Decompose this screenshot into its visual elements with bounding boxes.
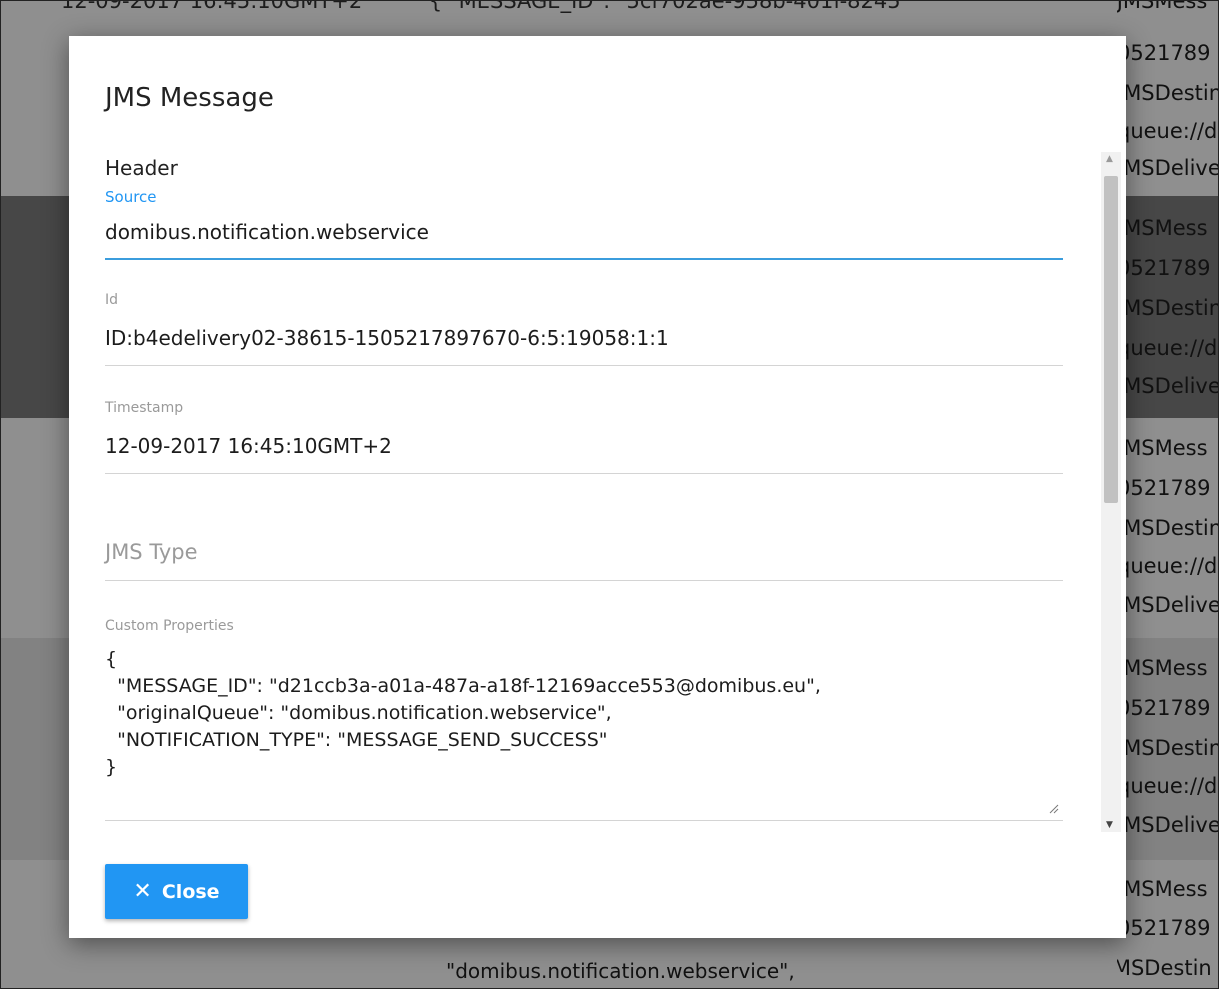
custom-properties-textarea[interactable]: { "MESSAGE_ID": "d21ccb3a-a01a-487a-a18f…: [105, 646, 1063, 820]
bg-cell: JMSMess: [1117, 877, 1208, 901]
bg-cell: JMSDeliver: [1117, 374, 1219, 398]
bg-cell: 0521789: [1117, 41, 1211, 65]
source-label: Source: [105, 188, 157, 206]
bg-cell: queue://dc: [1117, 119, 1219, 143]
custom-properties-value[interactable]: { "MESSAGE_ID": "d21ccb3a-a01a-487a-a18f…: [105, 646, 1063, 781]
bg-cell: queue://dc: [1117, 774, 1219, 798]
bg-cell: JMSDeliver: [1117, 813, 1219, 837]
source-value[interactable]: domibus.notification.webservice: [105, 220, 429, 244]
bg-cell: JMSDestin: [1117, 81, 1219, 105]
bg-cell: { "JMSMess: [1117, 1, 1208, 13]
dialog-scrollbar[interactable]: ▲ ▼: [1101, 152, 1121, 832]
background-top-row: 12-09-2017 16:45:10GMT+2 { "MESSAGE_ID":…: [61, 0, 961, 13]
timestamp-field[interactable]: Timestamp 12-09-2017 16:45:10GMT+2: [105, 400, 1063, 474]
scroll-up-arrow-icon[interactable]: ▲: [1106, 154, 1113, 164]
bg-cell: queue://dc: [1117, 336, 1219, 360]
jms-message-dialog: JMS Message Header Source domibus.notifi…: [69, 36, 1126, 938]
bg-cell: 0521789: [1117, 256, 1211, 280]
bg-cell: JMSMess: [1117, 656, 1208, 680]
bg-cell: JMSDestin: [1117, 516, 1219, 540]
close-button-label: Close: [161, 880, 220, 903]
bg-cell: { "MESSAGE_ID": "5cf702ae-958b-401f-8245: [428, 0, 901, 13]
timestamp-value[interactable]: 12-09-2017 16:45:10GMT+2: [105, 434, 392, 458]
bg-cell: 0521789: [1117, 476, 1211, 500]
background-right-column: { "JMSMess 0521789 JMSDestin queue://dc …: [1117, 1, 1219, 988]
bg-cell: JMSDestin: [1117, 296, 1219, 320]
bg-cell: 0521789: [1117, 696, 1211, 720]
custom-properties-label: Custom Properties: [105, 618, 234, 634]
bg-cell: JMSDeliver: [1117, 593, 1219, 617]
bg-cell: JMSMess: [1117, 436, 1208, 460]
bg-cell: JMSDestin: [1117, 736, 1219, 760]
scrollbar-thumb[interactable]: [1104, 176, 1118, 503]
dialog-title: JMS Message: [105, 83, 274, 113]
timestamp-label: Timestamp: [105, 400, 184, 416]
bg-cell: "JMSDestin: [1117, 956, 1212, 980]
close-icon: ✕: [133, 879, 152, 904]
bg-cell: 0521789: [1117, 916, 1211, 940]
bg-cell: queue://dc: [1117, 554, 1219, 578]
header-section-label: Header: [105, 156, 178, 180]
bg-cell: JMSDeliver: [1117, 156, 1219, 180]
id-field[interactable]: Id ID:b4edelivery02-38615-1505217897670-…: [105, 292, 1063, 366]
source-field[interactable]: Source domibus.notification.webservice: [105, 184, 1063, 260]
resize-handle-icon[interactable]: [1049, 804, 1059, 814]
bg-cell: 12-09-2017 16:45:10GMT+2: [61, 0, 363, 13]
jms-type-placeholder: JMS Type: [105, 540, 198, 564]
id-label: Id: [105, 292, 119, 308]
close-button[interactable]: ✕ Close: [105, 864, 248, 919]
custom-properties-field[interactable]: { "MESSAGE_ID": "d21ccb3a-a01a-487a-a18f…: [105, 646, 1063, 821]
bg-cell: "domibus.notification.webservice",: [446, 959, 795, 983]
jms-type-field[interactable]: JMS Type: [105, 526, 1063, 581]
scroll-down-arrow-icon[interactable]: ▼: [1106, 820, 1113, 830]
id-value[interactable]: ID:b4edelivery02-38615-1505217897670-6:5…: [105, 326, 669, 350]
bg-cell: JMSMess: [1117, 216, 1208, 240]
